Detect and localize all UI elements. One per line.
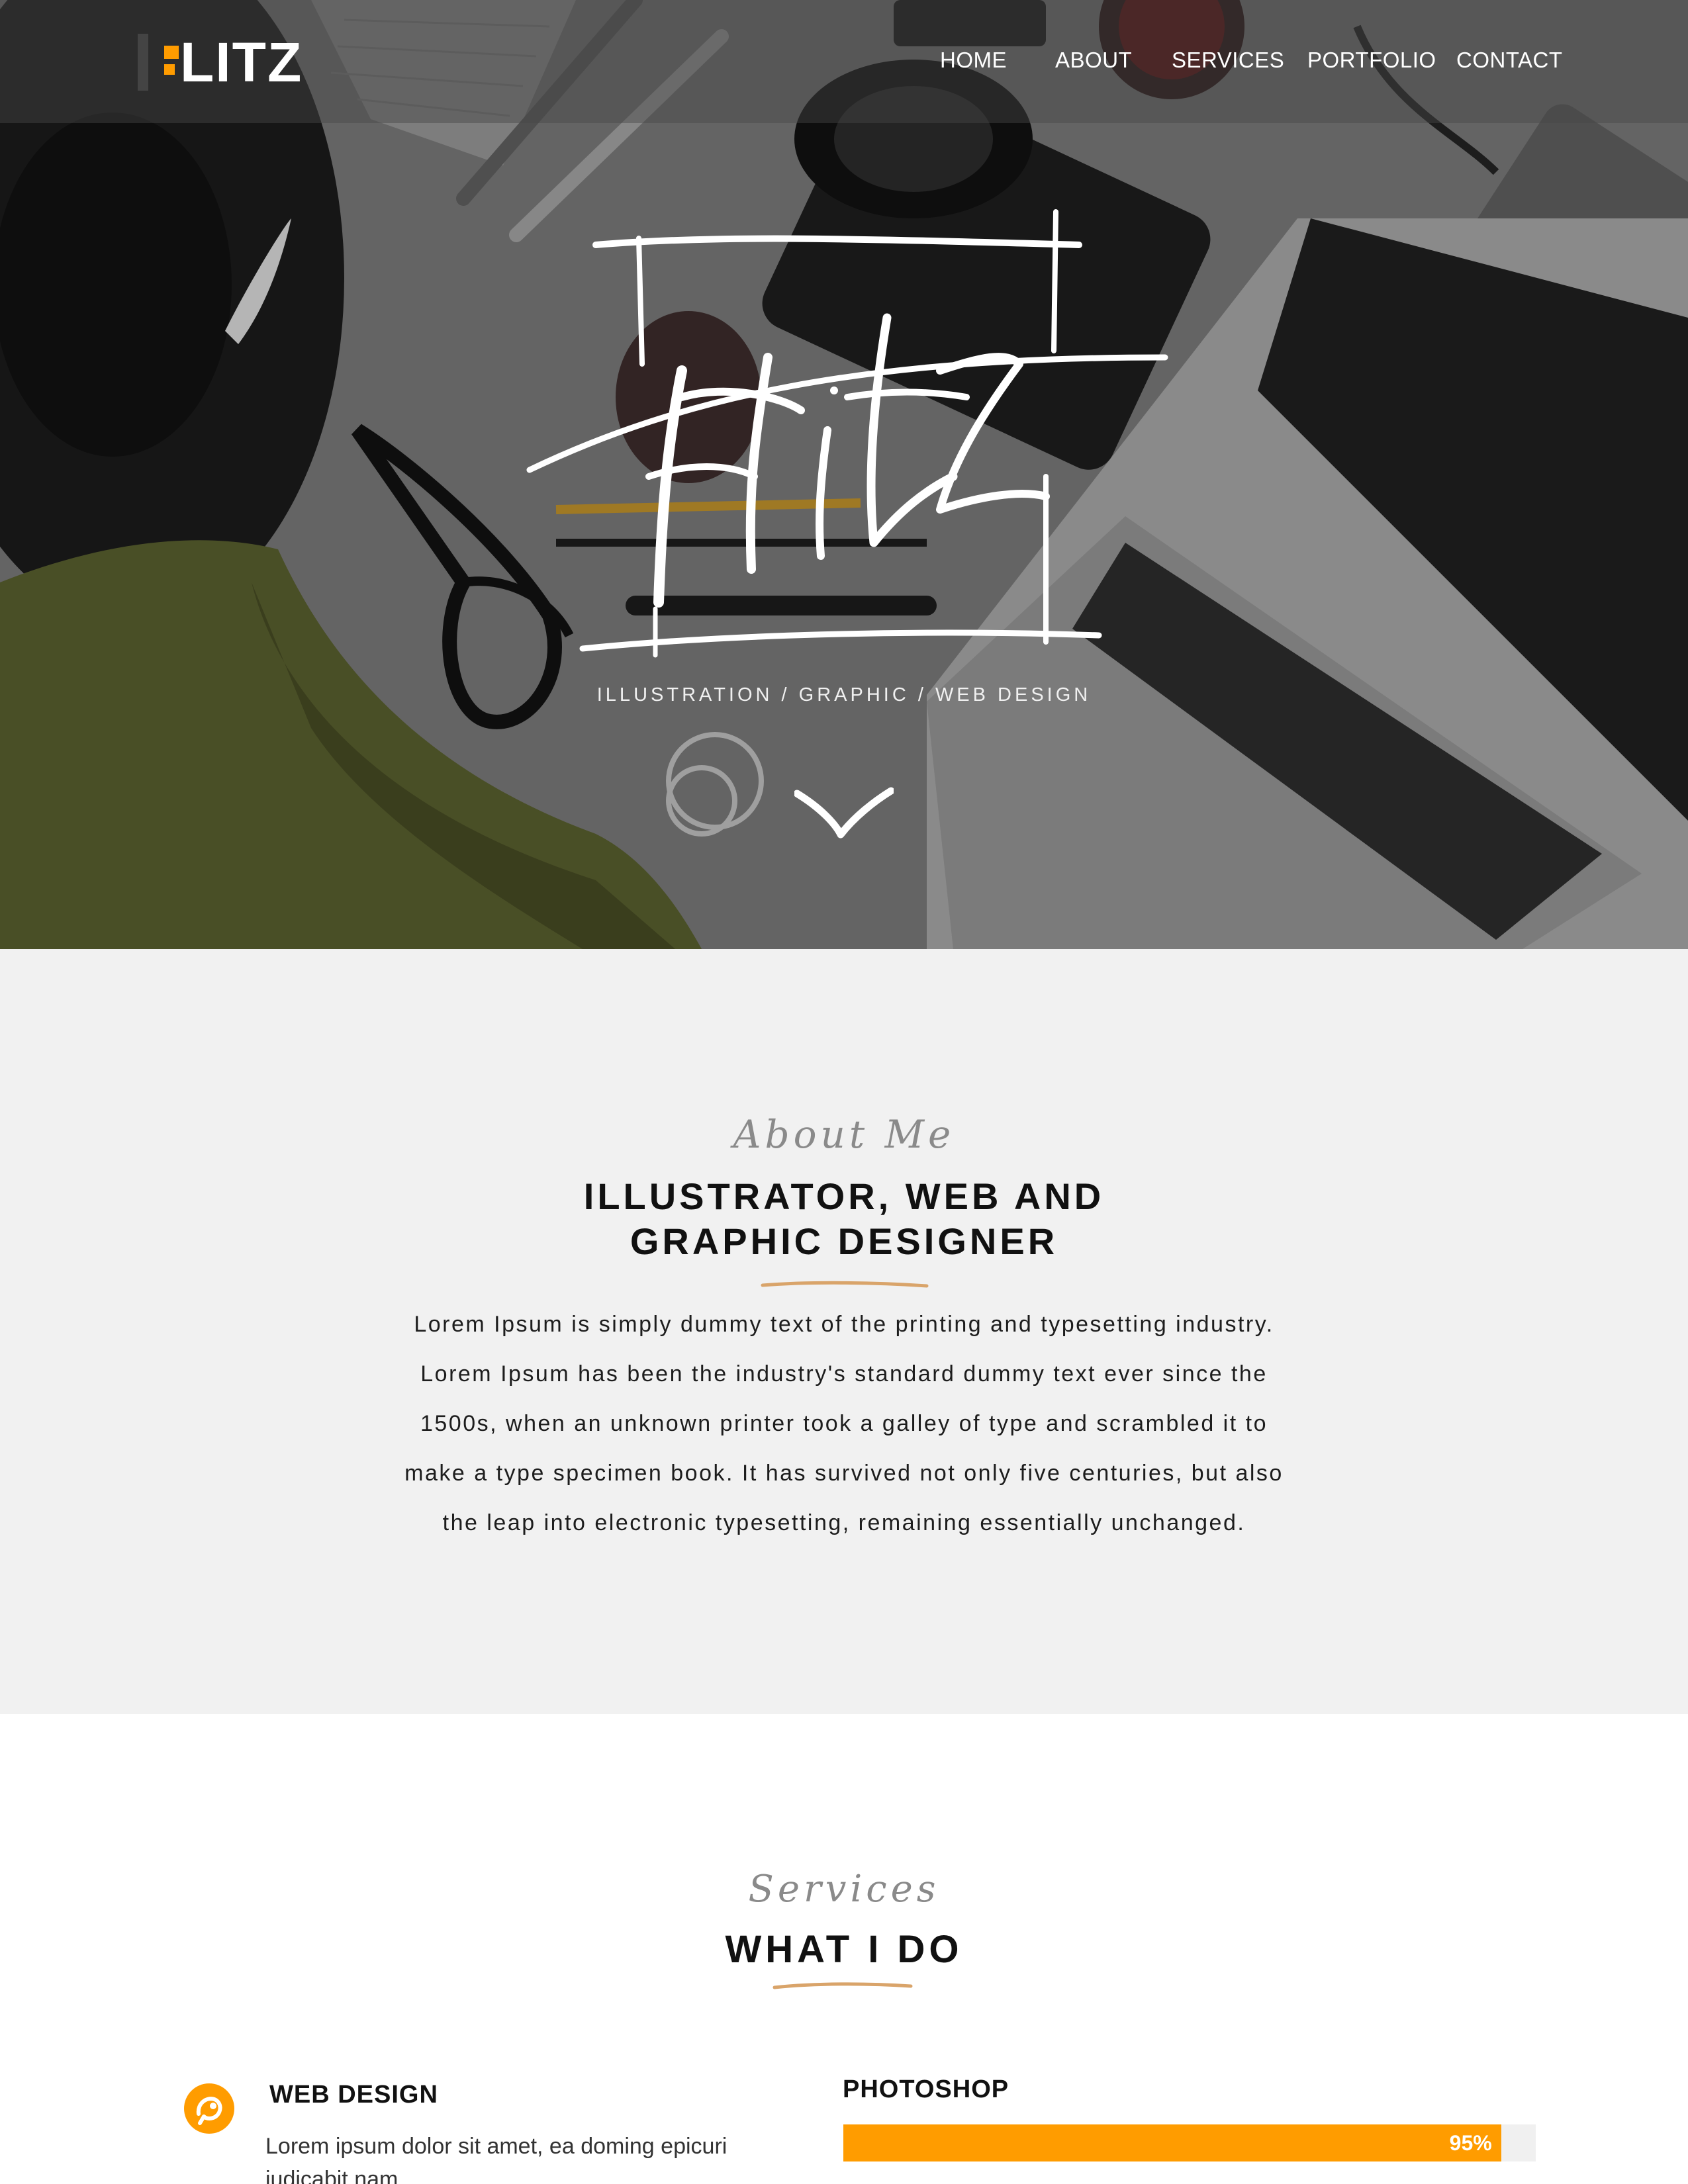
skill-progress-fill: 95% <box>843 2124 1501 2161</box>
nav-about[interactable]: ABOUT <box>1055 48 1132 73</box>
about-title: ILLUSTRATOR, WEB AND GRAPHIC DESIGNER <box>0 1174 1688 1264</box>
skill-progress-bar: 95% <box>843 2124 1536 2161</box>
hero-signature-logo <box>526 209 1168 658</box>
services-section: Services WHAT I DO WEB DESIGN Lorem ipsu… <box>0 1714 1688 2184</box>
nav-home[interactable]: HOME <box>940 48 1007 73</box>
about-script-label: About Me <box>733 1112 955 1157</box>
about-title-line-2: GRAPHIC DESIGNER <box>630 1220 1058 1262</box>
web-design-icon[interactable] <box>184 2083 234 2134</box>
service-title: WEB DESIGN <box>269 2081 438 2109</box>
service-description: Lorem ipsum dolor sit amet, ea doming ep… <box>265 2134 727 2184</box>
nav-portfolio[interactable]: PORTFOLIO <box>1307 48 1436 73</box>
chevron-down-icon[interactable] <box>794 784 894 844</box>
services-title-underline <box>773 1982 913 1989</box>
main-navigation: HOME ABOUT SERVICES PORTFOLIO CONTACT <box>0 48 1688 81</box>
skill-label: PHOTOSHOP <box>843 2075 1009 2103</box>
services-title: WHAT I DO <box>725 1928 963 1971</box>
about-section: About Me ILLUSTRATOR, WEB AND GRAPHIC DE… <box>0 949 1688 1714</box>
hero-tagline: ILLUSTRATION / GRAPHIC / WEB DESIGN <box>596 684 1092 705</box>
about-title-line-1: ILLUSTRATOR, WEB AND <box>583 1175 1105 1217</box>
nav-services[interactable]: SERVICES <box>1172 48 1284 73</box>
about-description: Lorem Ipsum is simply dummy text of the … <box>404 1312 1284 1535</box>
services-script-label: Services <box>748 1868 940 1911</box>
skill-percent: 95% <box>1449 2131 1492 2155</box>
nav-contact[interactable]: CONTACT <box>1456 48 1563 73</box>
about-title-underline <box>761 1281 929 1288</box>
hero-section: LITZ HOME ABOUT SERVICES PORTFOLIO CONTA… <box>0 0 1688 949</box>
